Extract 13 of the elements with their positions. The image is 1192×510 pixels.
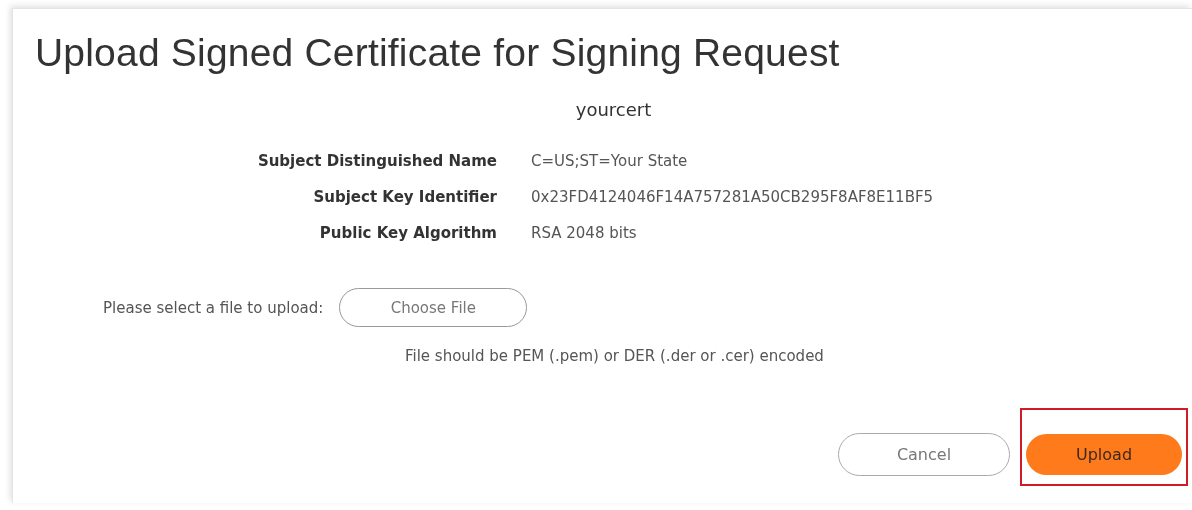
field-value: C=US;ST=Your State <box>531 152 689 170</box>
field-label: Subject Key Identifier <box>312 188 497 206</box>
dialog-title: Upload Signed Certificate for Signing Request <box>34 30 841 75</box>
field-value: 0x23FD4124046F14A757281A50CB295F8AF8E11BF5 <box>531 188 935 206</box>
certificate-name: yourcert <box>574 99 653 120</box>
field-value: RSA 2048 bits <box>531 224 638 242</box>
field-label: Subject Distinguished Name <box>256 152 497 170</box>
file-prompt: Please select a file to upload: <box>103 298 324 317</box>
cancel-button[interactable]: Cancel <box>838 433 1010 476</box>
file-hint: File should be PEM (.pem) or DER (.der or .cer) encoded <box>405 347 825 365</box>
field-label: Public Key Algorithm <box>318 224 497 242</box>
choose-file-button[interactable]: Choose File <box>339 288 528 327</box>
upload-button[interactable]: Upload <box>1026 434 1182 475</box>
